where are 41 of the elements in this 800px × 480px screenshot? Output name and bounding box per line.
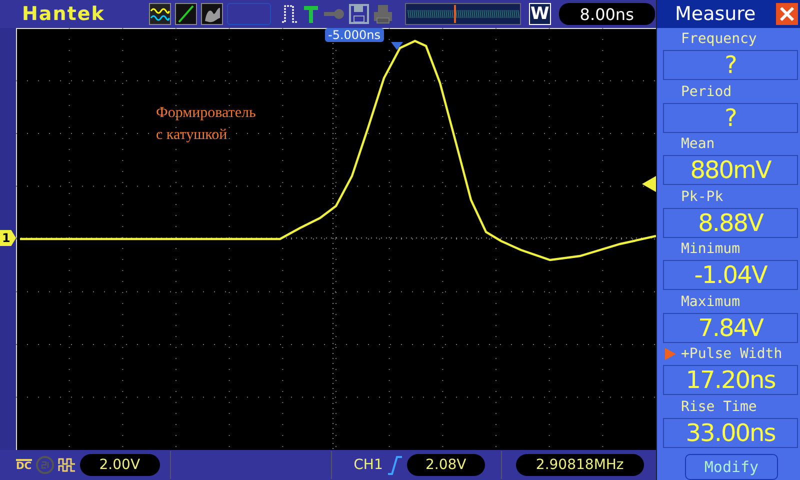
measurement-value: ?: [663, 102, 798, 132]
measurement-label[interactable]: Pk-Pk: [657, 186, 800, 208]
annotation-text: Формирователь: [156, 104, 256, 123]
close-icon[interactable]: [776, 3, 798, 25]
logo: Hantek: [22, 3, 105, 25]
measurement-value: 880mV: [663, 155, 798, 185]
measurement-label[interactable]: Mean: [657, 133, 800, 155]
measurement-label[interactable]: +Pulse Width: [657, 343, 800, 365]
trigger-level[interactable]: 2.08V: [406, 454, 485, 476]
modify-button[interactable]: Modify: [685, 454, 778, 480]
annotation-text: с катушкой: [156, 126, 228, 145]
measurement-label[interactable]: Period: [657, 80, 800, 102]
measurement-label[interactable]: Rise Time: [657, 396, 800, 418]
window-mode[interactable]: W: [528, 3, 551, 25]
measurement-label[interactable]: Frequency: [657, 28, 800, 50]
empty-slot: [226, 3, 271, 25]
pulse-icon[interactable]: [280, 3, 299, 25]
measurement-value: 17.20ns: [663, 365, 798, 395]
measurement-value: ?: [663, 50, 798, 80]
print-icon[interactable]: [372, 3, 393, 25]
save-icon[interactable]: [348, 3, 369, 25]
square-wave-icon[interactable]: [58, 457, 76, 473]
rising-edge-icon[interactable]: [386, 455, 403, 475]
measurement-label[interactable]: Maximum: [657, 290, 800, 312]
trigger-position[interactable]: -5.000ns: [325, 28, 384, 42]
timebase[interactable]: 8.00ns: [558, 3, 655, 25]
panel-title: Measure: [675, 3, 756, 25]
trigger-position-arrow-icon: [391, 42, 403, 50]
volts-per-div[interactable]: 2.00V: [80, 454, 160, 476]
measurement-label[interactable]: Minimum: [657, 238, 800, 260]
coupling-label[interactable]: DC: [16, 458, 32, 472]
waveform-icon[interactable]: [148, 3, 171, 25]
persistence-icon[interactable]: [200, 3, 223, 25]
measurement-value: 8.88V: [663, 208, 798, 238]
measurement-value: 33.00ns: [663, 418, 798, 448]
trigger-icon[interactable]: [302, 3, 319, 25]
measurement-value: 7.84V: [663, 312, 798, 342]
trigger-source: CH1: [354, 457, 383, 473]
measurement-value: -1.04V: [663, 260, 798, 290]
channel-marker[interactable]: 1: [0, 230, 16, 246]
frequency-counter: 2.90818MHz: [516, 454, 644, 476]
